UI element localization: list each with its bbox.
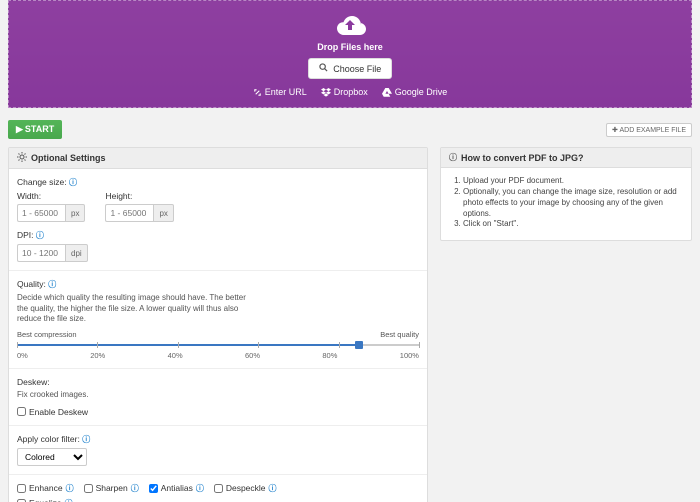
info-icon[interactable]: ⓘ (65, 498, 73, 502)
slider-handle[interactable] (355, 341, 363, 349)
optional-settings-panel: Optional Settings Change size: ⓘ Width: … (8, 147, 428, 502)
choose-file-button[interactable]: Choose File (308, 58, 393, 79)
px-unit: px (65, 204, 85, 222)
color-filter-label: Apply color filter: (17, 434, 80, 444)
howto-step: Upload your PDF document. (463, 176, 683, 187)
enter-url-link[interactable]: Enter URL (253, 87, 307, 97)
howto-step: Optionally, you can change the image siz… (463, 187, 683, 219)
deskew-desc: Fix crooked images. (17, 390, 257, 400)
quality-slider[interactable] (17, 341, 419, 349)
dpi-input[interactable] (17, 244, 65, 262)
info-icon[interactable]: ⓘ (69, 178, 77, 187)
enable-deskew-checkbox[interactable]: Enable Deskew (17, 407, 419, 417)
gear-icon (17, 152, 27, 164)
info-icon[interactable]: ⓘ (269, 483, 277, 494)
color-filter-select[interactable]: Colored (17, 448, 87, 466)
dropzone[interactable]: Drop Files here Choose File Enter URL Dr… (8, 0, 692, 108)
search-icon (319, 64, 331, 74)
equalize-checkbox[interactable]: Equalize ⓘ (17, 498, 73, 502)
height-input[interactable] (105, 204, 153, 222)
start-button-top[interactable]: ▶START (8, 120, 62, 139)
info-icon[interactable]: ⓘ (131, 483, 139, 494)
info-icon[interactable]: ⓘ (36, 231, 44, 240)
howto-title: How to convert PDF to JPG? (461, 153, 584, 163)
howto-panel: ⓘ How to convert PDF to JPG? Upload your… (440, 147, 692, 241)
info-icon[interactable]: ⓘ (82, 435, 90, 444)
info-icon[interactable]: ⓘ (48, 280, 56, 289)
info-icon[interactable]: ⓘ (196, 483, 204, 494)
px-unit: px (153, 204, 173, 222)
change-size-label: Change size: (17, 177, 67, 187)
google-drive-icon (382, 87, 392, 97)
info-icon: ⓘ (449, 152, 457, 163)
height-label: Height: (105, 191, 173, 201)
dropbox-icon (321, 87, 331, 97)
add-example-file-button[interactable]: ✚ ADD EXAMPLE FILE (606, 123, 692, 137)
antialias-checkbox[interactable]: Antialias ⓘ (149, 483, 204, 494)
width-label: Width: (17, 191, 85, 201)
dpi-label: DPI: (17, 230, 34, 240)
slider-right-label: Best quality (380, 330, 419, 339)
info-icon[interactable]: ⓘ (66, 483, 74, 494)
quality-desc: Decide which quality the resulting image… (17, 293, 257, 324)
dropbox-link[interactable]: Dropbox (321, 87, 368, 97)
quality-label: Quality: (17, 279, 46, 289)
dropzone-text: Drop Files here (9, 42, 691, 52)
width-input[interactable] (17, 204, 65, 222)
caret-right-icon: ▶ (16, 124, 23, 134)
dpi-unit: dpi (65, 244, 88, 262)
optional-settings-title: Optional Settings (31, 153, 106, 163)
slider-left-label: Best compression (17, 330, 77, 339)
deskew-label: Deskew: (17, 377, 419, 387)
despeckle-checkbox[interactable]: Despeckle ⓘ (214, 483, 277, 494)
sharpen-checkbox[interactable]: Sharpen ⓘ (84, 483, 139, 494)
link-icon (253, 87, 262, 97)
google-drive-link[interactable]: Google Drive (382, 87, 448, 97)
choose-file-label: Choose File (333, 64, 381, 74)
howto-steps: Upload your PDF document. Optionally, yo… (449, 176, 683, 230)
cloud-upload-icon (331, 13, 369, 39)
enhance-checkbox[interactable]: Enhance ⓘ (17, 483, 74, 494)
howto-step: Click on "Start". (463, 219, 683, 230)
